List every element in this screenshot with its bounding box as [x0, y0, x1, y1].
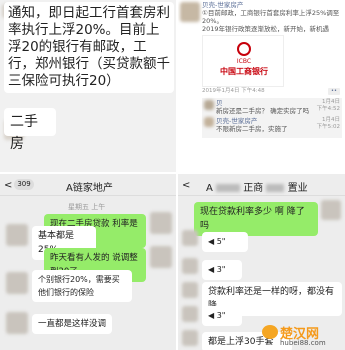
- bank-logo-icon: [237, 42, 251, 56]
- avatar[interactable]: [182, 306, 198, 322]
- comment1-text: 新房还是二手房？ 确定实房了吗: [216, 107, 310, 115]
- comment2-text: 不限新房二手房，实施了: [216, 125, 288, 133]
- avatar[interactable]: [180, 2, 200, 22]
- avatar[interactable]: [321, 200, 341, 220]
- avatar[interactable]: [182, 258, 198, 274]
- comment1-author[interactable]: 贝: [216, 99, 223, 107]
- chat-message: 现在贷款利率多少 啊 降了吗: [194, 202, 318, 236]
- bottom-left-chat-panel: < 309 A链家地产 星期五 上午 现在二手房贷款 利率是多少呀 基本都是25…: [0, 174, 176, 350]
- more-icon[interactable]: ••: [328, 88, 340, 95]
- voice-message[interactable]: ◀ 5": [202, 232, 248, 252]
- voice-message[interactable]: ◀ 3": [202, 260, 242, 280]
- watermark-url: hubei88.com: [280, 339, 326, 347]
- top-right-moments-panel: 贝壳-世家房产 ①目前邮政，工商银行首套房利率上浮25%调至20%。 2019年…: [178, 0, 345, 172]
- chat-date: 星期五 上午: [68, 203, 106, 211]
- avatar[interactable]: [150, 246, 172, 268]
- back-chevron-icon[interactable]: <: [182, 180, 190, 191]
- chat-message: 个别银行20%，需要买他们银行的保险: [32, 270, 132, 302]
- chat-title: A 正商 置业: [206, 183, 308, 194]
- voice-icon: ◀: [208, 311, 215, 320]
- avatar[interactable]: [6, 312, 28, 334]
- notice-message: 通知，即日起工行首套房利率执行上浮20%。目前上浮20的银行有邮政，工行，郑州银…: [4, 2, 174, 93]
- back-unread-count[interactable]: 309: [14, 179, 34, 190]
- avatar[interactable]: [204, 100, 214, 110]
- avatar[interactable]: [182, 330, 198, 346]
- avatar[interactable]: [6, 272, 28, 294]
- avatar[interactable]: [182, 230, 198, 246]
- voice-message[interactable]: ◀ 3": [202, 306, 242, 326]
- back-chevron-icon[interactable]: <: [4, 180, 12, 191]
- comment2-time: 1月4日 下午5:02: [316, 117, 340, 130]
- bank-name: 中国工商银行: [220, 67, 268, 76]
- post-author[interactable]: 贝壳-世家房产: [202, 1, 243, 9]
- chat-message: 一直都是这样没调: [32, 314, 112, 334]
- post-text: ①目前邮政，工商银行首套房利率上浮25%调至20%。 2019年银行政策逐渐放松…: [202, 9, 340, 33]
- top-left-chat-panel: 通知，即日起工行首套房利率执行上浮20%。目前上浮20的银行有邮政，工行，郑州银…: [0, 0, 176, 172]
- comment1-time: 1月4日 下午4:52: [316, 99, 340, 112]
- voice-icon: ◀: [208, 265, 215, 274]
- watermark-logo-icon: [262, 325, 278, 339]
- chat-title: A链家地产: [66, 183, 113, 194]
- bank-logo-text: ICBC: [236, 58, 252, 65]
- comment2-author[interactable]: 贝壳-世家房产: [216, 117, 257, 125]
- bank-image[interactable]: ICBC 中国工商银行: [202, 35, 284, 87]
- avatar[interactable]: [182, 282, 198, 298]
- watermark: 楚汉网 hubei88.com: [262, 323, 344, 349]
- avatar[interactable]: [204, 117, 214, 127]
- voice-icon: ◀: [208, 237, 215, 246]
- reply-message: 二手房: [4, 108, 56, 152]
- avatar[interactable]: [6, 224, 28, 246]
- post-time: 2019年1月4日 下午4:48: [202, 88, 265, 94]
- avatar[interactable]: [150, 212, 172, 234]
